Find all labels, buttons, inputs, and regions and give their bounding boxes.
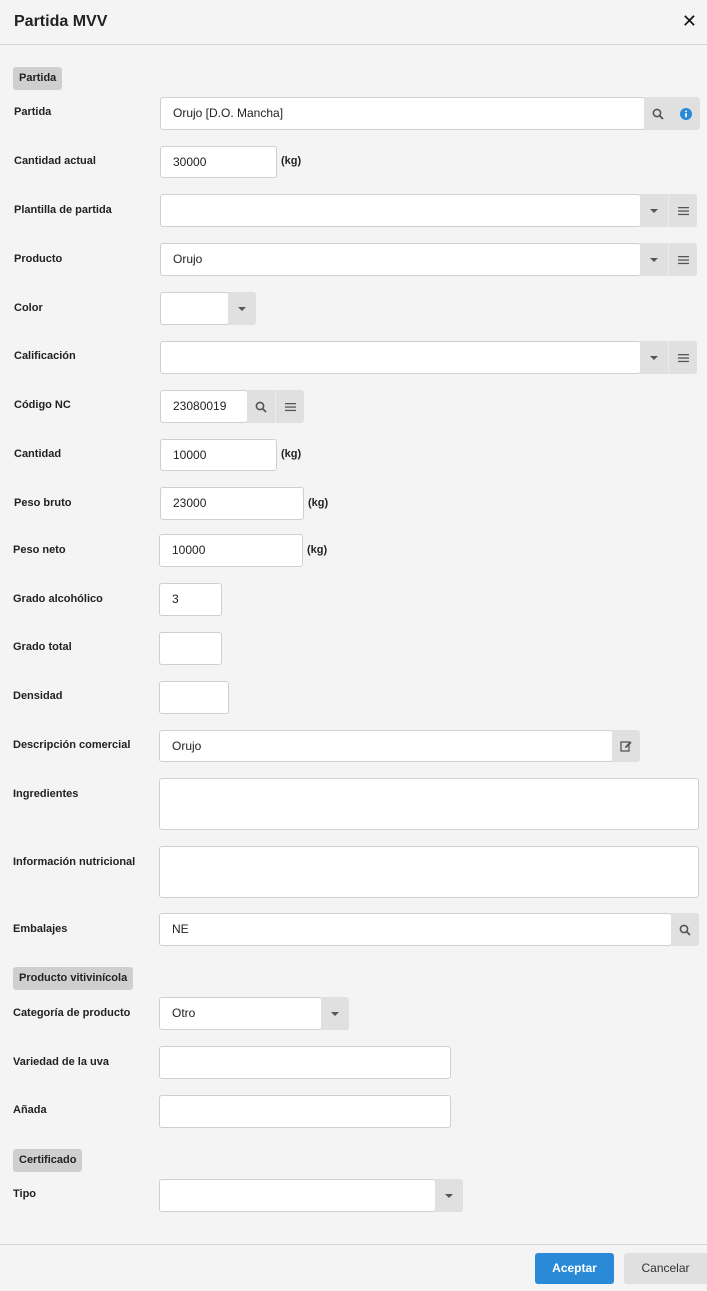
ingredientes-label: Ingredientes <box>13 788 79 800</box>
grado-total-input[interactable] <box>159 632 222 665</box>
calificacion-list-button[interactable] <box>669 341 697 374</box>
color-label: Color <box>14 302 43 314</box>
cantidad-actual-label: Cantidad actual <box>14 155 96 167</box>
list-icon <box>677 353 689 362</box>
producto-select[interactable]: Orujo <box>160 243 641 276</box>
codigo-nc-list-button[interactable] <box>276 390 304 423</box>
producto-list-button[interactable] <box>669 243 697 276</box>
section-producto-vitivinicola: Producto vitivinícola <box>13 967 134 990</box>
search-icon <box>679 924 691 936</box>
color-select[interactable] <box>160 292 229 325</box>
grado-total-label: Grado total <box>13 641 72 653</box>
anada-label: Añada <box>13 1104 47 1116</box>
dialog-title: Partida MVV <box>14 13 108 30</box>
cantidad-actual-input[interactable]: 30000 <box>160 146 277 178</box>
partida-search-button[interactable] <box>644 97 672 130</box>
producto-label: Producto <box>14 253 63 265</box>
list-icon <box>677 206 689 215</box>
descripcion-comercial-edit-button[interactable] <box>612 730 640 762</box>
accept-button[interactable]: Aceptar <box>535 1253 614 1284</box>
cancel-button[interactable]: Cancelar <box>624 1253 707 1284</box>
codigo-nc-search-button[interactable] <box>247 390 275 423</box>
calificacion-dropdown-button[interactable] <box>640 341 668 374</box>
peso-neto-unit: (kg) <box>307 544 328 556</box>
partida-label: Partida <box>14 106 52 118</box>
tipo-dropdown-button[interactable] <box>435 1179 463 1212</box>
cantidad-actual-unit: (kg) <box>281 155 302 167</box>
tipo-select[interactable] <box>159 1179 436 1212</box>
peso-bruto-input[interactable]: 23000 <box>160 487 304 520</box>
embalajes-label: Embalajes <box>13 923 68 935</box>
peso-bruto-unit: (kg) <box>308 497 329 509</box>
codigo-nc-label: Código NC <box>14 399 71 411</box>
color-dropdown-button[interactable] <box>228 292 256 325</box>
tipo-label: Tipo <box>13 1188 37 1200</box>
calificacion-select[interactable] <box>160 341 641 374</box>
plantilla-partida-list-button[interactable] <box>669 194 697 227</box>
chevron-down-icon <box>650 208 658 213</box>
chevron-down-icon <box>650 355 658 360</box>
section-certificado: Certificado <box>13 1149 83 1172</box>
categoria-producto-label: Categoría de producto <box>13 1007 131 1019</box>
close-icon[interactable]: ✕ <box>682 12 697 30</box>
cantidad-label: Cantidad <box>14 448 62 460</box>
section-partida: Partida <box>13 67 63 90</box>
categoria-producto-select[interactable]: Otro <box>159 997 322 1030</box>
chevron-down-icon <box>650 257 658 262</box>
grado-alcoholico-label: Grado alcohólico <box>13 593 103 605</box>
calificacion-label: Calificación <box>14 350 76 362</box>
variedad-uva-input[interactable] <box>159 1046 451 1079</box>
densidad-label: Densidad <box>13 690 63 702</box>
embalajes-input[interactable]: NE <box>159 913 672 946</box>
producto-dropdown-button[interactable] <box>640 243 668 276</box>
informacion-nutricional-label: Información nutricional <box>13 856 136 868</box>
peso-neto-label: Peso neto <box>13 544 66 556</box>
dialog-titlebar: Partida MVV ✕ <box>0 0 707 45</box>
search-icon <box>652 108 664 120</box>
search-icon <box>255 401 267 413</box>
categoria-producto-dropdown-button[interactable] <box>321 997 349 1030</box>
peso-bruto-label: Peso bruto <box>14 497 72 509</box>
list-icon <box>284 402 296 411</box>
cantidad-input[interactable]: 10000 <box>160 439 277 471</box>
chevron-down-icon <box>331 1011 339 1016</box>
anada-input[interactable] <box>159 1095 451 1128</box>
info-icon <box>680 107 692 120</box>
densidad-input[interactable] <box>159 681 229 714</box>
variedad-uva-label: Variedad de la uva <box>13 1056 109 1068</box>
embalajes-search-button[interactable] <box>671 913 699 946</box>
codigo-nc-input[interactable]: 23080019 <box>160 390 248 423</box>
peso-neto-input[interactable]: 10000 <box>159 534 303 567</box>
partida-input[interactable]: Orujo [D.O. Mancha] <box>160 97 645 130</box>
chevron-down-icon <box>445 1193 453 1198</box>
plantilla-partida-dropdown-button[interactable] <box>640 194 668 227</box>
informacion-nutricional-textarea[interactable] <box>159 846 699 898</box>
list-icon <box>677 255 689 264</box>
plantilla-partida-label: Plantilla de partida <box>14 204 112 216</box>
ingredientes-textarea[interactable] <box>159 778 699 830</box>
cantidad-unit: (kg) <box>281 448 302 460</box>
descripcion-comercial-label: Descripción comercial <box>13 739 131 751</box>
edit-icon <box>620 741 632 752</box>
partida-info-button[interactable] <box>672 97 700 130</box>
plantilla-partida-select[interactable] <box>160 194 641 227</box>
descripcion-comercial-input[interactable]: Orujo <box>159 730 613 762</box>
grado-alcoholico-input[interactable]: 3 <box>159 583 222 616</box>
chevron-down-icon <box>238 306 246 311</box>
